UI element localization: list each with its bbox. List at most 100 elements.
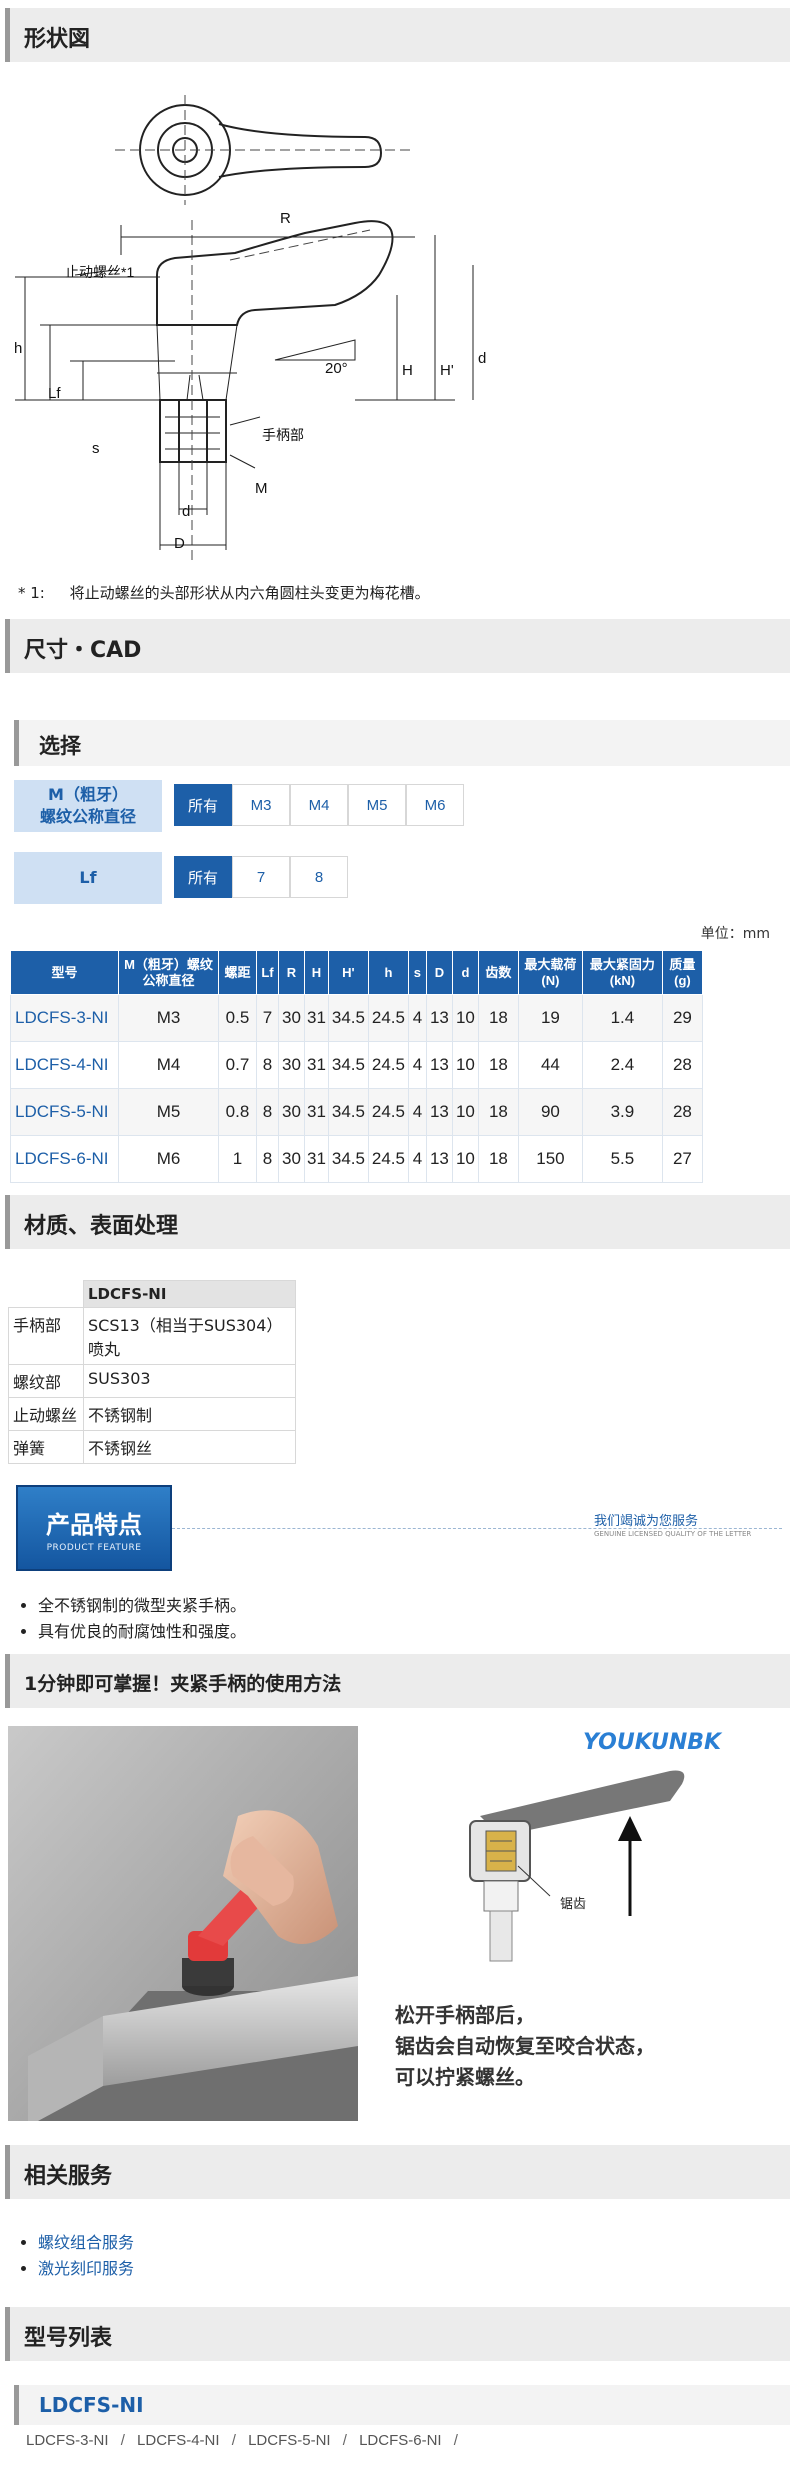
spec-cell-D: 13 — [425, 1135, 453, 1183]
spec-cell-max-clamp: 1.4 — [581, 994, 663, 1042]
material-header: LDCFS-NI — [83, 1280, 296, 1308]
filter-chip-m4[interactable]: M4 — [290, 784, 348, 826]
spec-cell-model[interactable]: LDCFS-3-NI — [10, 994, 119, 1042]
dim-d-right: d — [478, 350, 487, 367]
dim-H: H — [402, 362, 413, 379]
th-max-load: 最大载荷(N) — [517, 950, 583, 995]
spec-cell-h: 31 — [304, 1088, 329, 1136]
spec-cell-teeth: 18 — [477, 1041, 519, 1089]
spec-row[interactable]: LDCFS-4-NI M4 0.7 8 30 31 34.5 24.5 4 13 10 18 44 2.4… — [10, 1041, 703, 1089]
material-part: 止动螺丝 — [8, 1397, 84, 1431]
spec-cell-r: 30 — [278, 1088, 305, 1136]
spec-cell-h-prime: 34.5 — [327, 1135, 369, 1183]
dim-s: s — [92, 440, 100, 457]
th-d: d — [451, 950, 479, 995]
model-link[interactable]: LDCFS-4-NI — [137, 2432, 220, 2449]
spec-cell-pitch: 0.7 — [218, 1041, 257, 1089]
spec-row[interactable]: LDCFS-6-NI M6 1 8 30 31 34.5 24.5 4 13 10 18 150 5.5 2… — [10, 1135, 703, 1183]
material-row: 手柄部 SCS13（相当于SUS304）喷丸 — [8, 1307, 296, 1365]
spec-cell-model[interactable]: LDCFS-6-NI — [10, 1135, 119, 1183]
filter-chip-m6[interactable]: M6 — [406, 784, 464, 826]
spec-cell-max-clamp: 3.9 — [581, 1088, 663, 1136]
section-title: 形状図 — [24, 27, 91, 52]
spec-cell-h-prime: 34.5 — [327, 1088, 369, 1136]
spec-cell-teeth: 18 — [477, 994, 519, 1042]
filter-chip-lf8[interactable]: 8 — [290, 856, 348, 898]
filter-row-m: M（粗牙） 螺纹公称直径 所有 M3 M4 M5 M6 — [14, 780, 790, 832]
spec-cell-h-small: 24.5 — [367, 994, 409, 1042]
th-r: R — [278, 950, 305, 995]
dim-M: M — [255, 480, 268, 497]
filter-chip-m5[interactable]: M5 — [348, 784, 406, 826]
spec-cell-m: M4 — [118, 1041, 219, 1089]
spec-cell-mass: 29 — [661, 994, 703, 1042]
related-service-link[interactable]: 激光刻印服务 — [38, 2259, 134, 2278]
footnote: * 1: 将止动螺丝的头部形状从内六角圆柱头变更为梅花槽。 — [18, 582, 430, 603]
footnote-mark: * 1: — [18, 584, 45, 602]
spec-header-row: 型号 M（粗牙）螺纹公称直径 螺距 Lf R H H' h s D d 齿数 最… — [10, 950, 703, 995]
feature-item: 全不锈钢制的微型夹紧手柄。 — [38, 1593, 246, 1619]
material-value: SUS303 — [83, 1364, 296, 1398]
section-title: 相关服务 — [24, 2164, 113, 2189]
dim-Lf: Lf — [48, 385, 61, 402]
th-teeth: 齿数 — [477, 950, 519, 995]
filter-chip-all[interactable]: 所有 — [174, 856, 232, 898]
feature-slogan: 我们竭诚为您服务 — [594, 1514, 699, 1529]
spec-cell-lf: 8 — [256, 1135, 279, 1183]
dim-angle: 20° — [325, 360, 348, 377]
th-mass: 质量(g) — [661, 950, 703, 995]
spec-cell-model[interactable]: LDCFS-5-NI — [10, 1088, 119, 1136]
footnote-text: 将止动螺丝的头部形状从内六角圆柱头变更为梅花槽。 — [69, 584, 430, 602]
spec-cell-max-load: 90 — [517, 1088, 583, 1136]
filter-label-lf: Lf — [14, 852, 162, 904]
model-links: LDCFS-3-NI / LDCFS-4-NI / LDCFS-5-NI / L… — [26, 2432, 458, 2449]
spec-cell-d: 10 — [451, 1088, 479, 1136]
material-row: 弹簧 不锈钢丝 — [8, 1430, 296, 1464]
filter-label-m: M（粗牙） 螺纹公称直径 — [14, 780, 162, 832]
spec-cell-m: M5 — [118, 1088, 219, 1136]
spec-cell-h-small: 24.5 — [367, 1041, 409, 1089]
feature-banner-subtitle: PRODUCT FEATURE — [46, 1543, 142, 1553]
spec-cell-max-load: 150 — [517, 1135, 583, 1183]
dim-R: R — [280, 210, 291, 227]
section-title: 型号列表 — [24, 2326, 113, 2351]
related-service-link[interactable]: 螺纹组合服务 — [38, 2233, 134, 2252]
section-title: 1分钟即可掌握！夹紧手柄的使用方法 — [24, 1673, 342, 1695]
spec-cell-h-prime: 34.5 — [327, 1041, 369, 1089]
spec-cell-max-load: 44 — [517, 1041, 583, 1089]
model-link[interactable]: LDCFS-6-NI — [359, 2432, 442, 2449]
filter-chip-all[interactable]: 所有 — [174, 784, 232, 826]
spec-cell-h-small: 24.5 — [367, 1135, 409, 1183]
spec-cell-d: 10 — [451, 994, 479, 1042]
th-D: D — [425, 950, 453, 995]
spec-cell-r: 30 — [278, 1135, 305, 1183]
model-link[interactable]: LDCFS-3-NI — [26, 2432, 109, 2449]
spec-cell-d: 10 — [451, 1135, 479, 1183]
spec-cell-teeth: 18 — [477, 1088, 519, 1136]
spec-cell-lf: 7 — [256, 994, 279, 1042]
spec-cell-model[interactable]: LDCFS-4-NI — [10, 1041, 119, 1089]
material-part: 螺纹部 — [8, 1364, 84, 1398]
model-link[interactable]: LDCFS-5-NI — [248, 2432, 331, 2449]
spec-cell-teeth: 18 — [477, 1135, 519, 1183]
spec-cell-h: 31 — [304, 1135, 329, 1183]
spec-row[interactable]: LDCFS-3-NI M3 0.5 7 30 31 34.5 24.5 4 13 10 18 19 1.4… — [10, 994, 703, 1042]
model-group-title: LDCFS-NI — [39, 2393, 144, 2417]
filter-chip-lf7[interactable]: 7 — [232, 856, 290, 898]
spec-cell-lf: 8 — [256, 1041, 279, 1089]
spec-cell-mass: 28 — [661, 1088, 703, 1136]
tooth-label: 锯齿 — [560, 1897, 587, 1912]
spec-cell-s: 4 — [407, 994, 427, 1042]
spec-table: 型号 M（粗牙）螺纹公称直径 螺距 Lf R H H' h s D d 齿数 最… — [10, 950, 703, 1183]
th-h-small: h — [367, 950, 409, 995]
model-group-header: LDCFS-NI — [14, 2385, 790, 2425]
filter-chip-m3[interactable]: M3 — [232, 784, 290, 826]
dim-H-prime: H' — [440, 362, 454, 379]
dim-h: h — [14, 340, 23, 357]
spec-cell-max-clamp: 2.4 — [581, 1041, 663, 1089]
related-services-list: 螺纹组合服务 激光刻印服务 — [38, 2230, 134, 2281]
section-header-shape: 形状図 — [5, 8, 790, 62]
th-m: M（粗牙）螺纹公称直径 — [118, 950, 219, 995]
material-part: 手柄部 — [8, 1307, 84, 1365]
spec-row[interactable]: LDCFS-5-NI M5 0.8 8 30 31 34.5 24.5 4 13 10 18 90 3.9… — [10, 1088, 703, 1136]
